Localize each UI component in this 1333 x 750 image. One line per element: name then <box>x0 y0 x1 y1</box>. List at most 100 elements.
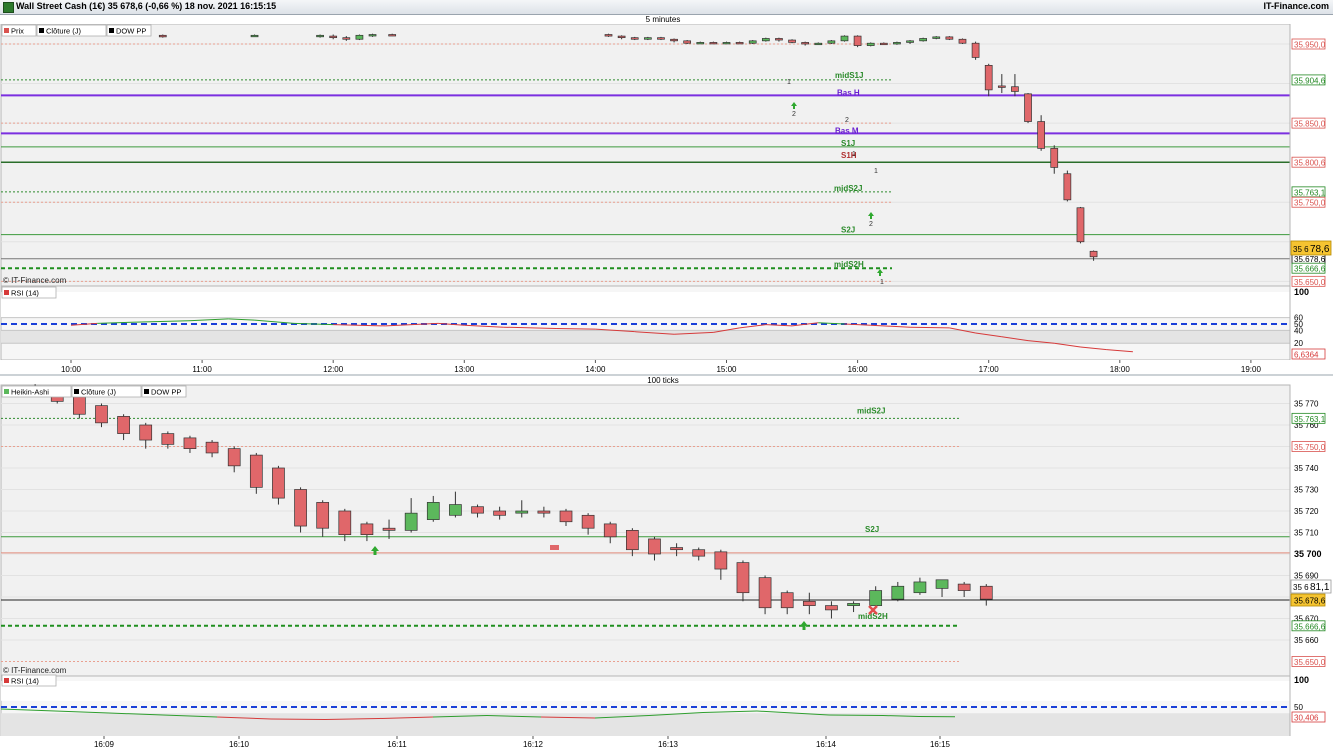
top-signal-label-1: 2 <box>792 111 796 118</box>
candle <box>355 34 364 40</box>
signal-marker <box>550 545 559 550</box>
bottom-legend-swatch-1 <box>74 389 79 394</box>
top-legend-label-2: DOW PP <box>116 27 146 36</box>
candle <box>617 35 626 39</box>
top-price-tag-1: 35.904,6 <box>1294 76 1326 85</box>
bottom-time-label-3: 16:12 <box>523 740 544 749</box>
candle <box>840 35 849 42</box>
top-legend-swatch-0 <box>4 28 9 33</box>
top-price-tag-5: 35.750,0 <box>1294 199 1326 208</box>
candle <box>581 514 595 529</box>
bottom-rsi-legend-swatch-0 <box>4 678 9 683</box>
candle <box>827 40 836 44</box>
bottom-time-label-1: 16:10 <box>229 740 250 749</box>
candle <box>342 37 351 40</box>
candle <box>780 592 794 609</box>
candle <box>648 538 661 555</box>
top-time-label-6: 16:00 <box>848 365 869 374</box>
candle <box>935 579 949 589</box>
top-timeframe-label: 5 minutes <box>646 15 681 24</box>
top-time-label-1: 11:00 <box>192 365 212 374</box>
top-level-label-6: S2J <box>841 226 855 235</box>
top-price-tag-8: 35.650,0 <box>1294 278 1326 287</box>
candle <box>368 34 377 37</box>
candle <box>814 42 823 46</box>
top-time-label-7: 17:00 <box>979 365 1000 374</box>
candle <box>957 583 971 591</box>
candle <box>979 585 993 600</box>
candle <box>404 512 418 531</box>
candle <box>825 605 838 611</box>
candle <box>249 454 263 488</box>
top-price-tag-7: 35.666,6 <box>1294 265 1326 274</box>
bottom-level-label-1: S2J <box>865 525 879 534</box>
candle <box>670 38 678 42</box>
candle <box>761 38 770 42</box>
bottom-price-axis-0: 35 770 <box>1294 400 1319 409</box>
top-time-label-0: 10:00 <box>61 365 82 374</box>
candle <box>161 433 175 445</box>
bottom-watermark: © IT-Finance.com <box>3 666 67 675</box>
candle <box>847 603 860 606</box>
top-rsi-segment <box>910 326 950 329</box>
top-price-tag-0: 35.950,0 <box>1294 41 1326 50</box>
candle <box>932 36 941 39</box>
candle <box>657 37 665 40</box>
candle <box>227 448 241 467</box>
candle <box>971 42 980 58</box>
candle <box>1076 207 1085 243</box>
top-rsi-scale-3: 40 <box>1294 326 1303 335</box>
bottom-price-tag-0: 35.763,1 <box>1294 415 1326 424</box>
candle <box>250 34 259 38</box>
top-legend-swatch-1 <box>39 28 44 33</box>
top-level-label-2: Bas M <box>835 126 859 135</box>
top-legend-label-0: Prix <box>11 27 24 36</box>
candle <box>643 37 652 40</box>
bottom-price-axis-5: 35 720 <box>1294 507 1319 516</box>
top-signal-label-2: 2 <box>845 117 849 124</box>
top-level-label-5: midS2J <box>834 184 862 193</box>
candle <box>449 504 462 516</box>
candle <box>1037 121 1045 149</box>
candle <box>426 502 440 520</box>
candle <box>879 42 888 46</box>
top-current-price-suffix: 78,6 <box>1310 244 1330 255</box>
candle <box>735 42 744 45</box>
candle <box>73 396 86 415</box>
top-rsi-scale-0: 100 <box>1294 287 1309 297</box>
candle <box>891 585 905 600</box>
bottom-current-price-suffix: 81,1 <box>1310 582 1330 593</box>
bottom-legend-label-2: DOW PP <box>151 388 181 397</box>
top-time-label-8: 18:00 <box>1110 365 1131 374</box>
candle <box>493 510 506 516</box>
top-signal-label-6: 1 <box>880 279 884 286</box>
candle <box>205 441 219 454</box>
candle <box>893 42 901 45</box>
candle <box>801 42 810 45</box>
candle <box>139 424 153 441</box>
candle <box>683 40 692 44</box>
bottom-time-label-0: 16:09 <box>94 740 115 749</box>
candle <box>1011 86 1019 92</box>
bottom-rsi-segment <box>270 718 326 720</box>
chart-canvas[interactable]: 5 minutesmidS1JBas HBas MS1JS1HmidS2JS2J… <box>0 0 1333 750</box>
candle <box>604 34 613 37</box>
top-time-label-9: 19:00 <box>1241 365 1262 374</box>
candle <box>95 405 108 424</box>
top-signal-label-0: 1 <box>787 79 791 86</box>
candle <box>603 523 617 538</box>
bottom-price-axis-4: 35 730 <box>1294 486 1319 495</box>
candle <box>802 600 816 606</box>
candle <box>1063 173 1072 201</box>
top-rsi-scale-4: 20 <box>1294 339 1303 348</box>
candle <box>670 547 683 551</box>
candle <box>537 510 551 514</box>
top-price-panel[interactable] <box>0 23 1291 287</box>
candle <box>788 39 796 43</box>
candle <box>945 36 954 40</box>
bottom-price-panel[interactable] <box>0 384 1291 677</box>
candle <box>630 37 639 40</box>
top-rsi-legend-swatch-0 <box>4 290 9 295</box>
top-price-tag-3: 35.800,6 <box>1294 159 1326 168</box>
candle <box>866 42 875 46</box>
